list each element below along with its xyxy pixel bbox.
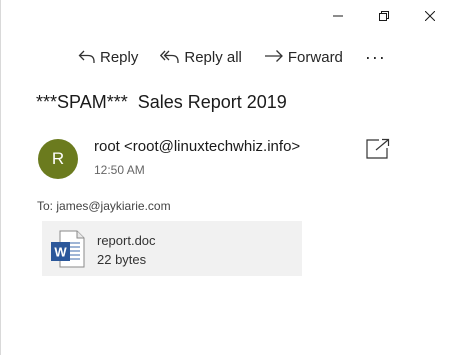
reply-label: Reply xyxy=(100,48,139,66)
sender-address[interactable]: root <root@linuxtechwhiz.info> xyxy=(94,138,300,155)
restore-button[interactable] xyxy=(361,0,407,32)
recipients-line: To: james@jaykiarie.com xyxy=(37,199,171,213)
reply-all-label: Reply all xyxy=(184,48,242,66)
more-actions-button[interactable]: ··· xyxy=(365,43,386,71)
close-icon xyxy=(425,11,435,21)
attachment-size: 22 bytes xyxy=(97,252,147,267)
attachment-name: report.doc xyxy=(97,233,156,248)
reply-button[interactable]: Reply xyxy=(78,43,138,71)
close-button[interactable] xyxy=(407,0,453,32)
open-in-new-window-button[interactable] xyxy=(366,138,390,160)
more-icon: ··· xyxy=(364,46,386,67)
reply-all-button[interactable]: Reply all xyxy=(160,43,242,71)
svg-text:W: W xyxy=(54,245,67,260)
forward-icon xyxy=(264,49,284,65)
recipient-address[interactable]: james@jaykiarie.com xyxy=(56,199,170,213)
restore-icon xyxy=(379,11,389,21)
message-subject: ***SPAM*** Sales Report 2019 xyxy=(36,92,287,112)
message-toolbar: Reply Reply all Forward ··· xyxy=(78,43,386,71)
attachment-card[interactable]: W report.doc 22 bytes xyxy=(42,221,302,276)
forward-label: Forward xyxy=(287,48,343,66)
reply-all-icon xyxy=(160,49,180,65)
title-bar xyxy=(315,0,453,32)
popout-icon xyxy=(366,138,390,159)
avatar: R xyxy=(38,139,78,179)
window-left-border xyxy=(0,0,1,355)
minimize-icon xyxy=(333,15,343,17)
minimize-button[interactable] xyxy=(315,0,361,32)
to-label: To: xyxy=(37,199,54,213)
forward-button[interactable]: Forward xyxy=(264,43,343,71)
reply-icon xyxy=(78,49,96,65)
message-time: 12:50 AM xyxy=(94,163,145,177)
word-document-icon: W xyxy=(50,230,86,273)
